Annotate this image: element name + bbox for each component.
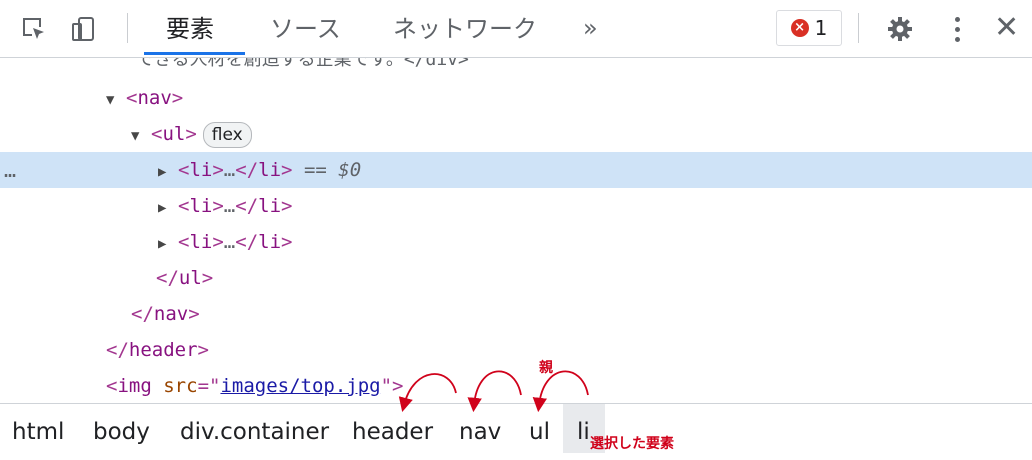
tag-name: li <box>258 231 282 253</box>
collapsed-triangle-icon[interactable]: ▶ <box>158 190 178 226</box>
breadcrumb-html[interactable]: html <box>12 404 64 453</box>
collapsed-ellipsis: … <box>223 195 236 217</box>
tag-name: nav <box>137 87 172 109</box>
collapsed-ellipsis: … <box>223 231 236 253</box>
flex-badge[interactable]: flex <box>202 121 252 148</box>
devtools-toolbar: 要素 ソース ネットワーク » × 1 ✕ <box>0 0 1032 58</box>
close-icon[interactable]: ✕ <box>994 10 1019 46</box>
collapsed-ellipsis: … <box>223 159 236 181</box>
tag-name: li <box>258 195 282 217</box>
elements-tree: できる人材を創造する企業です。</div> ▼ <nav> ▼ <ul> flex ▶… <box>0 58 1032 403</box>
tree-row-img[interactable]: <img src="images/top.jpg"> <box>0 368 1032 403</box>
truncated-text-line: できる人材を創造する企業です。</div> <box>136 58 1032 72</box>
tree-row-nav-close[interactable]: </nav> <box>0 296 1032 332</box>
tag-name: header <box>128 339 198 361</box>
expand-triangle-icon[interactable]: ▼ <box>106 82 126 118</box>
breadcrumb-div-container[interactable]: div.container <box>180 404 329 453</box>
toolbar-separator <box>858 13 859 43</box>
tag-name: ul <box>162 123 186 145</box>
row-actions-icon[interactable]: … <box>4 152 16 188</box>
breadcrumb-nav[interactable]: nav <box>459 404 501 453</box>
tab-network[interactable]: ネットワーク <box>393 0 537 57</box>
tag-name: nav <box>153 303 189 325</box>
tab-sources[interactable]: ソース <box>270 0 341 57</box>
console-ref-marker: == $0 <box>303 159 362 181</box>
tag-name: li <box>189 159 213 181</box>
collapsed-triangle-icon[interactable]: ▶ <box>158 154 178 190</box>
tree-row-li[interactable]: ▶ <li>…</li> <box>0 224 1032 260</box>
img-src-link[interactable]: images/top.jpg <box>220 375 380 397</box>
more-tabs-button[interactable]: » <box>583 0 598 56</box>
annotation-selected-label: 選択した要素 <box>590 436 674 452</box>
breadcrumb: html body div.container header nav ul li <box>0 403 1032 453</box>
tree-row-ul-open[interactable]: ▼ <ul> flex <box>0 116 1032 152</box>
tag-name: li <box>189 231 213 253</box>
collapsed-triangle-icon[interactable]: ▶ <box>158 226 178 262</box>
error-count: 1 <box>814 16 828 40</box>
tag-name: ul <box>178 267 202 289</box>
gear-icon[interactable] <box>884 12 916 46</box>
toolbar-separator <box>127 13 128 43</box>
error-icon: × <box>790 19 809 37</box>
tab-elements[interactable]: 要素 <box>166 0 214 57</box>
tree-row-li-selected[interactable]: ▶ <li>…</li> == $0 <box>0 152 1032 188</box>
active-tab-indicator <box>144 52 245 55</box>
attr-name: src <box>163 375 198 397</box>
error-count-badge[interactable]: × 1 <box>776 10 842 46</box>
kebab-menu-icon[interactable] <box>947 12 967 46</box>
inspect-icon[interactable] <box>18 12 50 46</box>
tree-row-ul-close[interactable]: </ul> <box>0 260 1032 296</box>
annotation-parent-label: 親 <box>539 360 553 376</box>
tree-row-nav-open[interactable]: ▼ <nav> <box>0 80 1032 116</box>
truncated-text: できる人材を創造する企業です。</div> <box>136 58 469 70</box>
breadcrumb-body[interactable]: body <box>93 404 150 453</box>
device-toggle-icon[interactable] <box>68 12 100 46</box>
tree-row-li[interactable]: ▶ <li>…</li> <box>0 188 1032 224</box>
expand-triangle-icon[interactable]: ▼ <box>131 118 151 154</box>
tag-name: img <box>117 375 152 397</box>
breadcrumb-ul[interactable]: ul <box>529 404 550 453</box>
breadcrumb-header[interactable]: header <box>352 404 433 453</box>
tag-name: li <box>258 159 282 181</box>
tree-row-header-close[interactable]: </header> <box>0 332 1032 368</box>
tag-name: li <box>189 195 213 217</box>
